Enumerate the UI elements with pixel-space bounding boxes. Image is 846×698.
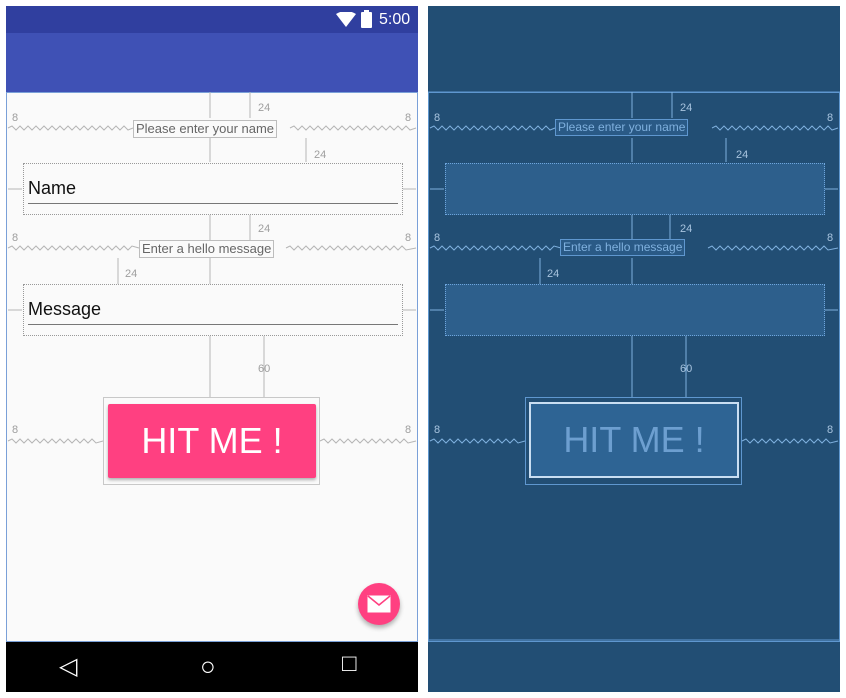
dim-label: 8 bbox=[12, 232, 19, 244]
bp-message-label: Enter a hello message bbox=[560, 239, 686, 256]
dim-label: 8 bbox=[434, 232, 441, 244]
message-label: Enter a hello message bbox=[139, 240, 275, 258]
dim-label: 24 bbox=[547, 268, 560, 280]
email-icon bbox=[367, 595, 391, 613]
recents-icon[interactable]: □ bbox=[342, 650, 357, 678]
name-field[interactable]: Name bbox=[23, 163, 403, 215]
app-bar bbox=[6, 33, 418, 92]
battery-icon bbox=[361, 10, 372, 28]
dim-label: 24 bbox=[258, 102, 271, 114]
message-field[interactable]: Message bbox=[23, 284, 403, 336]
dim-label: 8 bbox=[12, 424, 19, 436]
home-icon[interactable]: ○ bbox=[200, 651, 216, 682]
dim-label: 8 bbox=[827, 232, 834, 244]
bp-hit-me-button[interactable]: HIT ME ! bbox=[529, 402, 739, 478]
status-time: 5:00 bbox=[379, 11, 411, 28]
blueprint-preview: 24 24 24 24 60 8 8 8 8 8 8 Please enter … bbox=[428, 6, 840, 692]
dim-label: 24 bbox=[314, 149, 327, 161]
dim-label: 60 bbox=[680, 363, 693, 375]
dim-label: 24 bbox=[680, 223, 693, 235]
dim-label: 60 bbox=[258, 363, 271, 375]
dim-label: 8 bbox=[827, 112, 834, 124]
dim-label: 8 bbox=[405, 112, 412, 124]
name-field-underline bbox=[28, 203, 398, 204]
hit-me-button[interactable]: HIT ME ! bbox=[108, 404, 316, 478]
bp-message-field[interactable] bbox=[445, 284, 825, 336]
dim-label: 8 bbox=[12, 112, 19, 124]
dim-label: 24 bbox=[125, 268, 138, 280]
floating-action-button[interactable] bbox=[358, 583, 400, 625]
dim-label: 8 bbox=[434, 424, 441, 436]
dim-label: 24 bbox=[680, 102, 693, 114]
wifi-icon bbox=[336, 12, 356, 27]
dim-label: 8 bbox=[405, 232, 412, 244]
back-icon[interactable]: ◁ bbox=[59, 652, 77, 681]
navigation-bar: ◁ ○ □ bbox=[6, 642, 418, 692]
bp-name-field[interactable] bbox=[445, 163, 825, 215]
message-field-text: Message bbox=[28, 299, 102, 319]
name-field-text: Name bbox=[28, 178, 77, 198]
dim-label: 8 bbox=[434, 112, 441, 124]
dim-label: 24 bbox=[258, 223, 271, 235]
dim-label: 8 bbox=[827, 424, 834, 436]
dim-label: 8 bbox=[405, 424, 412, 436]
message-field-underline bbox=[28, 324, 398, 325]
design-preview: 5:00 24 24 24 24 60 8 8 8 8 8 8 Please e… bbox=[6, 6, 418, 692]
name-label: Please enter your name bbox=[133, 120, 278, 138]
dim-label: 24 bbox=[736, 149, 749, 161]
status-bar: 5:00 bbox=[6, 6, 418, 33]
bp-name-label: Please enter your name bbox=[555, 119, 689, 136]
